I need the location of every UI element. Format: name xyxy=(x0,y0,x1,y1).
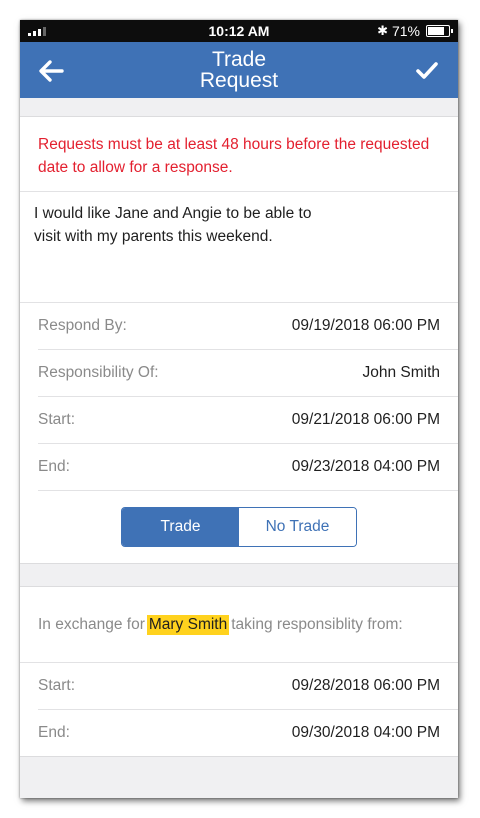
row-value: 09/28/2018 06:00 PM xyxy=(291,677,440,694)
row-label: End: xyxy=(38,458,70,475)
exchange-text: In exchange for Mary Smith taking respon… xyxy=(20,587,458,663)
row-value: 09/21/2018 06:00 PM xyxy=(291,411,440,428)
responsibility-row: Responsibility Of: John Smith xyxy=(38,350,458,397)
message-line: visit with my parents this weekend. xyxy=(34,228,273,245)
exchange-end-row: End: 09/30/2018 04:00 PM xyxy=(38,710,458,756)
warning-text: Requests must be at least 48 hours befor… xyxy=(20,117,458,192)
row-label: Respond By: xyxy=(38,317,127,334)
message-line: I would like Jane and Angie to be able t… xyxy=(34,205,312,222)
row-value: John Smith xyxy=(362,364,440,381)
status-bar: 10:12 AM ✱ 71% xyxy=(20,20,458,42)
exchange-prefix: In exchange for xyxy=(38,615,145,633)
bluetooth-icon: ✱ xyxy=(377,23,388,38)
row-label: Start: xyxy=(38,411,76,428)
nav-bar: Trade Request xyxy=(20,42,458,98)
row-value: 09/19/2018 06:00 PM xyxy=(291,317,440,334)
exchange-suffix: taking responsiblity from: xyxy=(231,615,403,633)
end-row: End: 09/23/2018 04:00 PM xyxy=(38,444,458,491)
phone-screen: 10:12 AM ✱ 71% Trade Request Requests mu… xyxy=(20,20,458,798)
no-trade-option[interactable]: No Trade xyxy=(239,508,356,546)
row-value: 09/30/2018 04:00 PM xyxy=(291,724,440,741)
start-row: Start: 09/21/2018 06:00 PM xyxy=(38,397,458,444)
trade-toggle-wrap: Trade No Trade xyxy=(20,491,458,563)
page-title-line2: Request xyxy=(199,69,279,92)
exchange-card: In exchange for Mary Smith taking respon… xyxy=(20,586,458,757)
back-arrow-icon[interactable] xyxy=(36,56,66,86)
page-title: Trade Request xyxy=(100,49,378,91)
trade-toggle: Trade No Trade xyxy=(121,507,357,547)
respond-by-row: Respond By: 09/19/2018 06:00 PM xyxy=(38,303,458,350)
checkmark-icon[interactable] xyxy=(414,58,440,84)
status-right: ✱ 71% xyxy=(377,23,453,39)
trade-option[interactable]: Trade xyxy=(122,508,239,546)
exchange-start-row: Start: 09/28/2018 06:00 PM xyxy=(38,663,458,710)
exchange-person: Mary Smith xyxy=(146,614,230,635)
battery-icon xyxy=(426,25,453,37)
battery-percent: 71% xyxy=(391,23,420,39)
row-label: End: xyxy=(38,724,70,741)
page-title-line1: Trade xyxy=(211,48,267,71)
request-card: Requests must be at least 48 hours befor… xyxy=(20,116,458,564)
row-label: Responsibility Of: xyxy=(38,364,159,381)
request-message: I would like Jane and Angie to be able t… xyxy=(20,192,458,303)
row-value: 09/23/2018 04:00 PM xyxy=(291,458,440,475)
row-label: Start: xyxy=(38,677,76,694)
